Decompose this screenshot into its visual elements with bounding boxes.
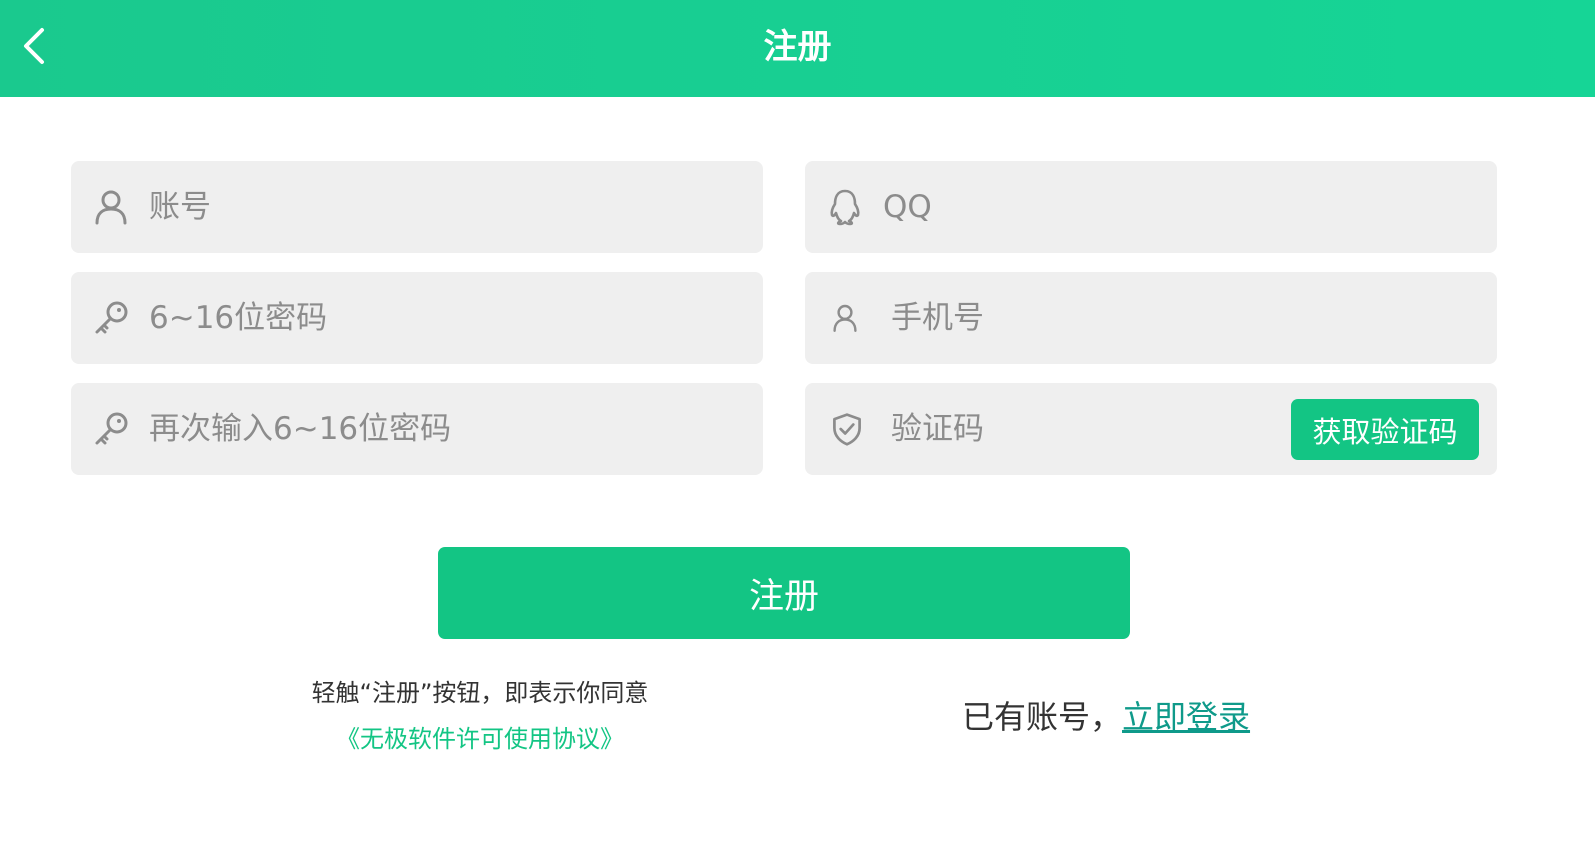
key-icon	[95, 301, 128, 334]
account-field[interactable]	[71, 161, 763, 253]
shield-check-icon	[833, 413, 861, 446]
key-icon	[95, 412, 128, 445]
login-prompt: 已有账号，立即登录	[962, 694, 1250, 740]
phone-field[interactable]	[805, 272, 1497, 364]
user-icon	[833, 304, 857, 332]
login-prompt-text: 已有账号，	[962, 698, 1123, 736]
chevron-left-icon	[24, 28, 44, 64]
qq-field[interactable]	[805, 161, 1497, 253]
agreement-text: 轻触“注册”按钮，即表示你同意	[311, 679, 649, 707]
password-confirm-input[interactable]	[149, 383, 739, 475]
account-input[interactable]	[149, 161, 739, 253]
back-button[interactable]	[16, 24, 56, 68]
qq-input[interactable]	[883, 161, 1473, 253]
get-code-button[interactable]: 获取验证码	[1291, 399, 1479, 460]
agreement-link[interactable]: 《无极软件许可使用协议》	[230, 721, 730, 757]
page-title: 注册	[763, 27, 832, 67]
password-input[interactable]	[149, 272, 739, 364]
password-confirm-field[interactable]	[71, 383, 763, 475]
phone-input[interactable]	[891, 272, 1471, 364]
qq-penguin-icon	[830, 189, 860, 226]
verify-code-field[interactable]: 获取验证码	[805, 383, 1497, 475]
top-app-bar: 注册	[0, 0, 1595, 97]
register-button[interactable]: 注册	[438, 547, 1130, 639]
verify-code-input[interactable]	[891, 383, 1281, 475]
user-icon	[95, 190, 127, 225]
login-link[interactable]: 立即登录	[1122, 698, 1250, 736]
password-field[interactable]	[71, 272, 763, 364]
